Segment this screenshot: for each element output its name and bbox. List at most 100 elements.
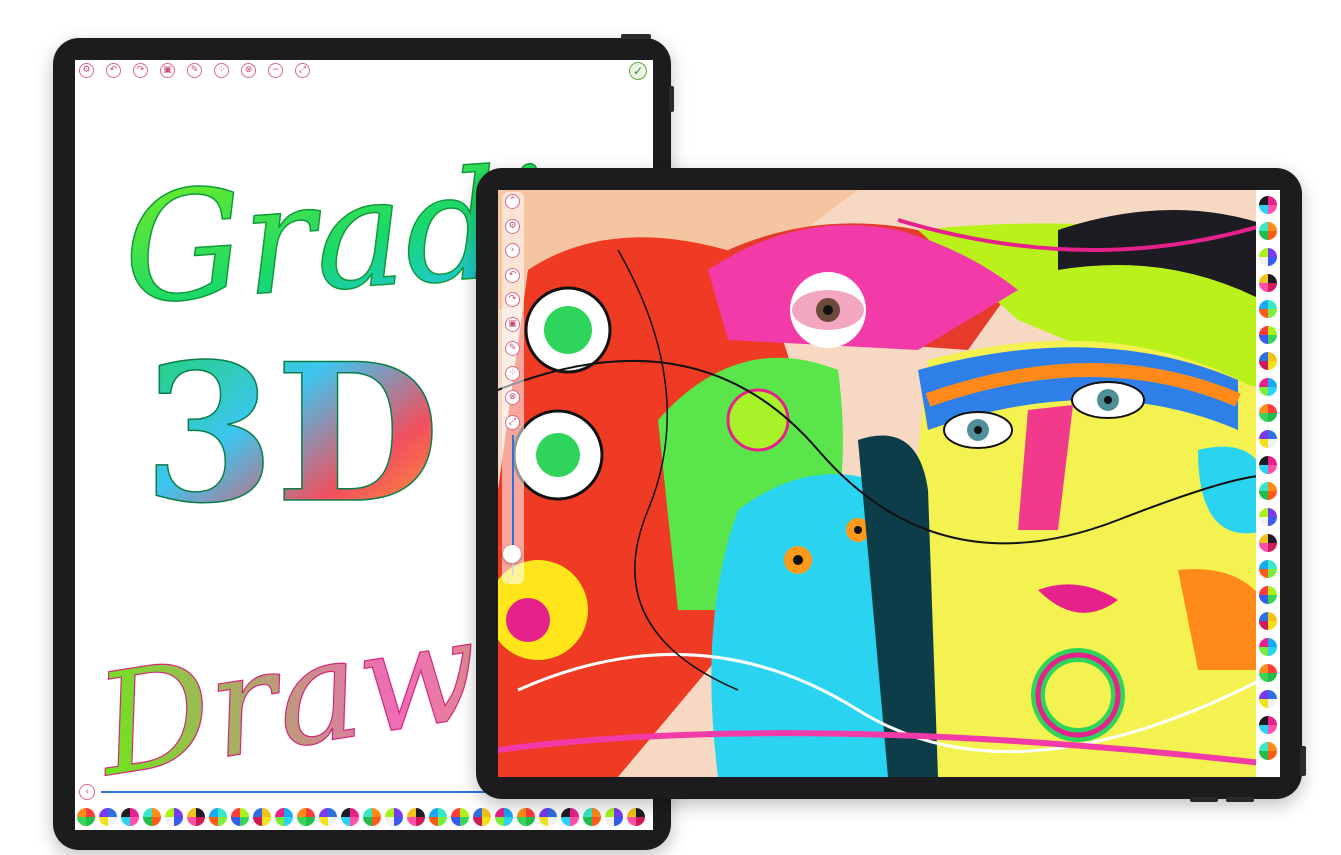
palette-icon: ⁘ [508, 367, 517, 378]
image-icon: ▣ [163, 65, 172, 75]
color-swatch[interactable] [429, 808, 447, 826]
artwork-canvas[interactable] [498, 190, 1280, 777]
color-swatch[interactable] [1259, 456, 1277, 474]
color-swatch[interactable] [1259, 248, 1277, 266]
palette-button[interactable]: ⁘ [214, 63, 229, 78]
color-swatch[interactable] [341, 808, 359, 826]
clear-icon: ⊗ [508, 392, 517, 402]
color-swatch[interactable] [605, 808, 623, 826]
image-icon: ▣ [508, 318, 517, 329]
color-swatch[interactable] [473, 808, 491, 826]
gear-icon: ⚙ [508, 220, 517, 231]
color-swatch[interactable] [583, 808, 601, 826]
color-swatch[interactable] [1259, 300, 1277, 318]
minus-icon: − [271, 65, 280, 75]
color-swatch[interactable] [1259, 664, 1277, 682]
left-tablet-volume-button [669, 86, 674, 112]
collapse-button[interactable]: ⌃ [505, 194, 520, 209]
color-swatch[interactable] [1259, 482, 1277, 500]
chevron-up-icon: ⌃ [508, 196, 517, 206]
brush-button[interactable]: ✎ [505, 341, 520, 356]
redo-icon: ↷ [508, 294, 517, 304]
color-swatch[interactable] [77, 808, 95, 826]
brush-icon: ✎ [508, 343, 517, 353]
color-swatch[interactable] [1259, 352, 1277, 370]
right-tablet-bottom-button-a [1190, 797, 1218, 802]
color-swatch[interactable] [1259, 326, 1277, 344]
settings-button[interactable]: ⚙ [79, 63, 94, 78]
color-swatch[interactable] [1259, 560, 1277, 578]
color-swatch[interactable] [517, 808, 535, 826]
color-swatch[interactable] [99, 808, 117, 826]
color-swatch[interactable] [297, 808, 315, 826]
color-swatch[interactable] [1259, 196, 1277, 214]
color-swatch[interactable] [561, 808, 579, 826]
undo-button[interactable]: ↶ [106, 63, 121, 78]
color-swatch[interactable] [1259, 274, 1277, 292]
chevron-right-icon: › [510, 245, 515, 255]
color-swatch[interactable] [1259, 716, 1277, 734]
brush-icon: ✎ [190, 65, 199, 75]
color-swatch[interactable] [231, 808, 249, 826]
back-button[interactable]: ‹ [79, 784, 95, 800]
color-swatch[interactable] [275, 808, 293, 826]
right-tablet: ⌃ ⚙ › ↶ ↷ ▣ ✎ ⁘ ⊗ ⤢ [476, 168, 1306, 802]
color-swatch[interactable] [627, 808, 645, 826]
clear-button[interactable]: ⊗ [505, 390, 520, 405]
minus-button[interactable]: − [268, 63, 283, 78]
fullscreen-button[interactable]: ⤢ [295, 63, 310, 78]
left-color-palette [75, 804, 653, 830]
color-swatch[interactable] [1259, 612, 1277, 630]
expand-icon: ⤢ [508, 416, 517, 427]
color-swatch[interactable] [1259, 222, 1277, 240]
color-swatch[interactable] [1259, 534, 1277, 552]
color-swatch[interactable] [1259, 690, 1277, 708]
color-swatch[interactable] [407, 808, 425, 826]
redo-button[interactable]: ↷ [505, 292, 520, 307]
color-swatch[interactable] [319, 808, 337, 826]
brush-button[interactable]: ✎ [187, 63, 202, 78]
color-swatch[interactable] [385, 808, 403, 826]
color-swatch[interactable] [451, 808, 469, 826]
color-swatch[interactable] [1259, 586, 1277, 604]
color-swatch[interactable] [209, 808, 227, 826]
right-tablet-volume-button [1300, 746, 1306, 776]
clear-button[interactable]: ⊗ [241, 63, 256, 78]
forward-button[interactable]: › [505, 243, 520, 258]
image-button[interactable]: ▣ [160, 63, 175, 78]
vertical-brush-slider-thumb[interactable] [503, 545, 521, 563]
color-swatch[interactable] [121, 808, 139, 826]
clear-icon: ⊗ [244, 65, 253, 75]
undo-icon: ↶ [508, 269, 517, 280]
color-swatch[interactable] [539, 808, 557, 826]
color-swatch[interactable] [1259, 508, 1277, 526]
color-swatch[interactable] [1259, 430, 1277, 448]
color-swatch[interactable] [187, 808, 205, 826]
canvas-text-line2: 3D [143, 322, 440, 545]
redo-icon: ↷ [136, 65, 145, 75]
fullscreen-button[interactable]: ⤢ [505, 414, 520, 430]
gear-icon: ⚙ [82, 65, 91, 75]
palette-icon: ⁘ [217, 65, 226, 75]
expand-icon: ⤢ [298, 65, 307, 75]
right-tablet-bottom-button-b [1226, 797, 1254, 802]
color-swatch[interactable] [165, 808, 183, 826]
right-color-palette [1256, 190, 1280, 777]
settings-button[interactable]: ⚙ [505, 218, 520, 234]
color-swatch[interactable] [1259, 404, 1277, 422]
color-swatch[interactable] [1259, 742, 1277, 760]
color-swatch[interactable] [143, 808, 161, 826]
left-tablet-top-button [621, 34, 651, 39]
color-swatch[interactable] [363, 808, 381, 826]
color-swatch[interactable] [1259, 378, 1277, 396]
image-button[interactable]: ▣ [505, 316, 520, 332]
done-button[interactable]: ✓ [629, 62, 647, 80]
color-swatch[interactable] [253, 808, 271, 826]
color-swatch[interactable] [1259, 638, 1277, 656]
palette-button[interactable]: ⁘ [505, 365, 520, 381]
undo-icon: ↶ [109, 65, 118, 75]
artwork-screen: ⌃ ⚙ › ↶ ↷ ▣ ✎ ⁘ ⊗ ⤢ [498, 190, 1280, 777]
color-swatch[interactable] [495, 808, 513, 826]
redo-button[interactable]: ↷ [133, 63, 148, 78]
undo-button[interactable]: ↶ [505, 267, 520, 283]
